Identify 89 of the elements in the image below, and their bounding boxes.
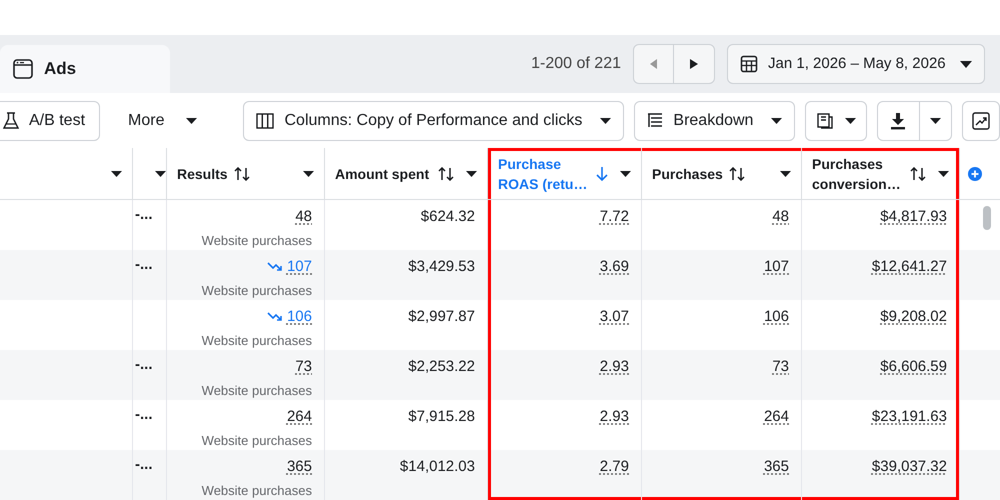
table-cell-text: $624.32 [420,207,475,227]
sort-icon [438,166,454,180]
sort-icon [234,166,250,180]
purchases-value[interactable]: 107 [764,256,789,278]
table-cell-text: $2,997.87 [408,307,475,327]
result-type: Website purchases [202,232,312,250]
download-icon [890,112,906,130]
ads-tab[interactable]: Ads [0,45,170,93]
caret-icon [620,170,631,176]
caret-icon [844,118,856,124]
conversion-value[interactable]: $39,037.32 [872,456,947,478]
result-type: Website purchases [202,432,312,450]
roas-value[interactable]: 2.93 [600,356,629,378]
left-triangle-icon [650,59,658,69]
results-value[interactable]: 107 [286,256,312,278]
table-row[interactable]: -... 107 Website purchases $3,429.53 3.69 107 $12,641.27 [0,250,1000,300]
caret-icon [303,170,314,176]
purchases-value[interactable]: 48 [772,206,789,228]
table-cell-text: $14,012.03 [400,457,475,477]
table-row[interactable]: -... 73 Website purchases $2,253.22 2.93 73 $6,606.59 [0,350,1000,400]
roas-value[interactable]: 2.79 [600,456,629,478]
pagination-range: 1-200 of 221 [531,54,621,74]
reports-dropdown[interactable] [805,100,867,140]
roas-value[interactable]: 3.69 [600,256,629,278]
toolbar-dropdown[interactable]: Columns: Copy of Performance and clicks [243,100,624,140]
add-column-icon[interactable] [968,166,982,180]
columns-icon [256,112,274,128]
caret-icon [155,170,166,176]
result-type: Website purchases [202,282,312,300]
report-icon [816,112,833,128]
right-triangle-icon [690,59,698,69]
export-split-button[interactable] [876,100,952,140]
results-value[interactable]: 48 [295,206,312,228]
column-header[interactable]: Results [167,148,325,199]
table-cell-text: $7,915.28 [408,407,475,427]
truncated-text: -... [135,406,152,424]
toolbar-button[interactable]: A/B test [0,100,100,140]
caret-icon [771,118,782,124]
truncated-text: -... [135,356,152,374]
caret-icon [466,170,477,176]
truncated-text: -... [135,456,152,474]
more-menu-button[interactable]: More [110,100,216,140]
column-header[interactable]: Purchases [642,148,802,199]
purchases-value[interactable]: 264 [764,406,789,428]
results-value[interactable]: 73 [295,356,312,378]
column-header[interactable]: Amount spent [325,148,488,199]
results-value[interactable]: 264 [286,406,312,428]
caret-icon [186,118,198,124]
caret-icon [930,118,941,124]
caret-icon [960,60,972,68]
table-cell-text: $3,429.53 [408,257,475,277]
window-icon [12,58,34,80]
result-type: Website purchases [202,332,312,350]
date-range-picker[interactable]: Jan 1, 2026 – May 8, 2026 [727,44,985,84]
roas-value[interactable]: 7.72 [600,206,629,228]
conversion-value[interactable]: $12,641.27 [872,256,947,278]
breakdown-icon [647,112,664,130]
flask-icon [3,112,19,130]
result-type: Website purchases [202,382,312,400]
conversion-value[interactable]: $6,606.59 [880,356,947,378]
purchases-value[interactable]: 106 [764,306,789,328]
sort-icon [728,166,745,180]
scrollbar-thumb[interactable] [983,206,991,230]
column-header[interactable]: Purchase ROAS (retu… [488,148,642,199]
results-value[interactable]: 365 [286,456,312,478]
caret-icon [938,170,949,176]
purchases-value[interactable]: 73 [772,356,789,378]
sort-descending-icon [596,166,608,181]
truncated-text: -... [135,206,152,224]
results-value[interactable]: 106 [286,306,312,328]
table-cell-text: $2,253.22 [408,357,475,377]
line-chart-icon [972,112,990,130]
roas-value[interactable]: 2.93 [600,406,629,428]
result-type: Website purchases [202,482,312,500]
sort-icon [910,166,926,180]
column-header[interactable]: Purchases conversion… [802,148,960,199]
calendar-icon [740,55,758,73]
conversion-value[interactable]: $9,208.02 [880,306,947,328]
toolbar-dropdown[interactable]: Breakdown [634,100,796,140]
chart-button[interactable] [962,100,1000,140]
conversion-value[interactable]: $23,191.63 [872,406,947,428]
caret-icon [780,170,791,176]
truncated-text: -... [135,256,152,274]
table-row[interactable]: -... 365 Website purchases $14,012.03 2.79 365 $39,037.32 [0,450,1000,500]
roas-value[interactable]: 3.07 [600,306,629,328]
caret-icon [600,118,612,124]
caret-icon [111,170,122,176]
conversion-value[interactable]: $4,817.93 [880,206,947,228]
purchases-value[interactable]: 365 [764,456,789,478]
